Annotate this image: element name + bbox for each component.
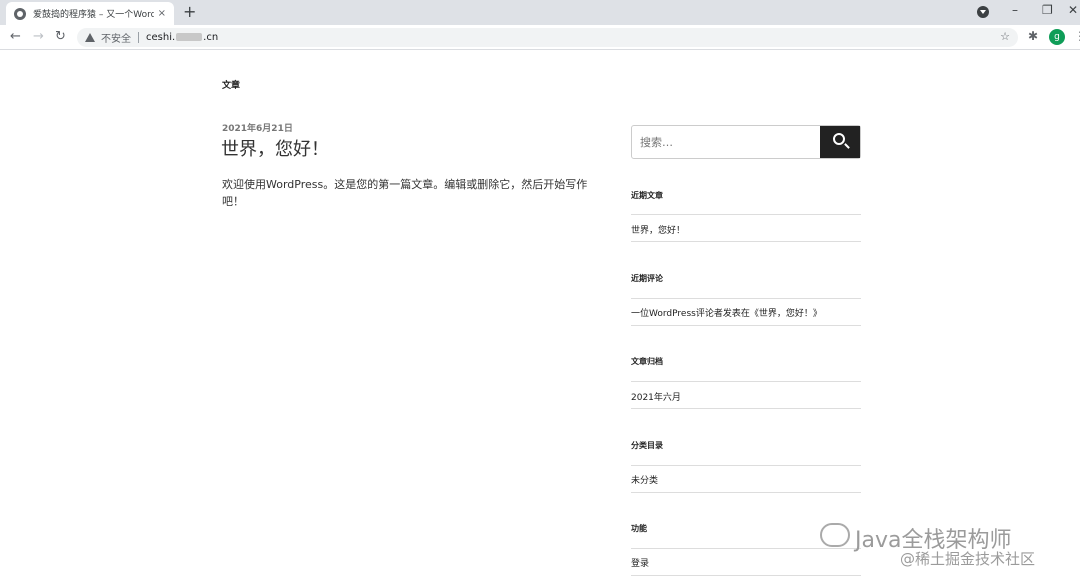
bookmark-star-icon[interactable]: ☆ (1000, 30, 1010, 43)
browser-toolbar: ← → ↻ 不安全 ceshi. .cn ☆ (0, 25, 1080, 50)
search-icon (833, 133, 845, 145)
widget-title-recent-comments: 近期评论 (631, 274, 663, 283)
wechat-icon (820, 523, 850, 547)
divider (631, 465, 861, 466)
divider (631, 492, 861, 493)
login-link[interactable]: 登录 (631, 556, 649, 569)
divider (631, 575, 861, 576)
back-arrow-icon[interactable]: ← (10, 29, 21, 45)
archive-link[interactable]: 2021年六月 (631, 390, 681, 403)
url-text[interactable]: ceshi. .cn (146, 32, 218, 43)
tab-search-icon[interactable] (977, 6, 989, 18)
divider (631, 214, 861, 215)
tab-title: 爱鼓捣的程序猿 – 又一个WordP (33, 10, 154, 20)
recent-post-link[interactable]: 世界，您好！ (631, 223, 685, 236)
widget-title-meta: 功能 (631, 524, 647, 533)
divider (631, 241, 861, 242)
minimize-icon[interactable]: – (1012, 3, 1018, 17)
insecure-label[interactable]: 不安全 (101, 30, 131, 45)
watermark-subtext: @稀土掘金技术社区 (900, 550, 1036, 568)
divider (631, 548, 861, 549)
divider (631, 325, 861, 326)
browser-tab[interactable]: 爱鼓捣的程序猿 – 又一个WordP × (6, 2, 174, 25)
search-input[interactable] (640, 133, 820, 151)
tab-strip: 爱鼓捣的程序猿 – 又一个WordP × + – ❐ ✕ (0, 0, 1080, 25)
post-date-link[interactable]: 2021年6月21日 (222, 121, 293, 134)
globe-icon (14, 7, 26, 20)
widget-title-recent-posts: 近期文章 (631, 191, 663, 200)
divider (138, 32, 139, 43)
forward-arrow-icon[interactable]: → (33, 29, 44, 45)
widget-title-categories: 分类目录 (631, 441, 663, 450)
restore-icon[interactable]: ❐ (1042, 3, 1053, 17)
search-button[interactable] (820, 126, 860, 158)
close-tab-icon[interactable]: × (158, 8, 166, 19)
recent-comment-link[interactable]: 一位WordPress评论者发表在《世界，您好！》 (631, 306, 822, 319)
category-link[interactable]: 未分类 (631, 473, 658, 486)
post-title-link[interactable]: 世界，您好！ (221, 135, 329, 161)
reload-icon[interactable]: ↻ (55, 29, 66, 45)
redacted-domain (176, 33, 203, 41)
browser-menu-icon[interactable]: ⋮ (1074, 29, 1080, 43)
new-tab-button[interactable]: + (183, 3, 196, 21)
divider (631, 298, 861, 299)
divider (631, 408, 861, 409)
close-window-icon[interactable]: ✕ (1068, 3, 1078, 17)
page-title: 文章 (222, 81, 241, 91)
profile-avatar[interactable]: g (1049, 29, 1065, 45)
address-bar[interactable]: 不安全 ceshi. .cn ☆ (77, 28, 1018, 47)
warning-icon (85, 33, 95, 42)
search-form (631, 125, 861, 159)
extensions-puzzle-icon[interactable]: ✱ (1028, 29, 1038, 43)
divider (631, 381, 861, 382)
post-body: 欢迎使用WordPress。这是您的第一篇文章。编辑或删除它，然后开始写作吧！ (222, 178, 588, 208)
widget-title-archives: 文章归档 (631, 357, 663, 366)
